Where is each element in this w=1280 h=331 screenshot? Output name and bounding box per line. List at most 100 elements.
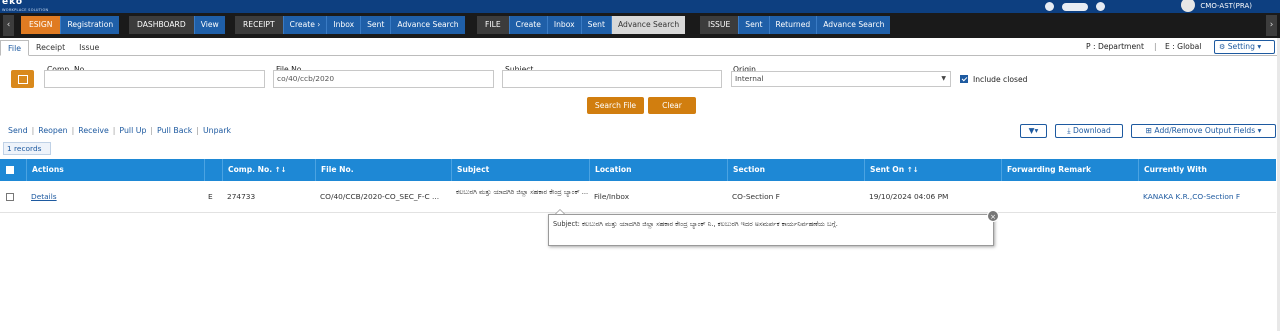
setting-button[interactable]: ⚙ Setting ▾: [1214, 40, 1275, 54]
column-section: Section: [727, 159, 864, 181]
column-comp-no[interactable]: Comp. No. ↑↓: [222, 159, 315, 181]
column-scope: [204, 159, 222, 181]
select-all-checkbox[interactable]: [6, 166, 14, 174]
nav-category-issue[interactable]: ISSUE: [700, 16, 739, 34]
sort-icon: ↑↓: [906, 166, 919, 174]
reopen-link[interactable]: Reopen: [38, 126, 67, 135]
tooltip-arrow-inner: [556, 210, 564, 214]
legend-global: E : Global: [1165, 42, 1202, 51]
origin-select-value: Internal: [735, 74, 764, 83]
sort-icon: ↑↓: [274, 166, 287, 174]
tab-receipt[interactable]: Receipt: [29, 40, 72, 56]
avatar[interactable]: [1181, 0, 1195, 12]
nav-item-receipt-create[interactable]: Create ›: [282, 16, 327, 34]
nav-item-file-advance-search[interactable]: Advance Search: [610, 16, 686, 34]
actions-separator: |: [112, 126, 116, 135]
setting-button-label: Setting: [1227, 42, 1255, 51]
download-icon: ⤓: [1067, 126, 1071, 135]
row-select-checkbox[interactable]: [6, 193, 14, 201]
search-tabs: File Receipt Issue: [0, 40, 106, 56]
tab-issue[interactable]: Issue: [72, 40, 106, 56]
app-logo: eko: [2, 0, 24, 7]
user-name[interactable]: CMO-AST(PRA): [1200, 0, 1252, 13]
receive-link[interactable]: Receive: [78, 126, 109, 135]
origin-select[interactable]: Internal ▼: [731, 71, 951, 87]
pull-up-link[interactable]: Pull Up: [119, 126, 146, 135]
nav-item-registration[interactable]: Registration: [60, 16, 120, 34]
nav-next-arrow[interactable]: ›: [1266, 15, 1277, 36]
help-icon[interactable]: [1096, 2, 1105, 11]
table-row[interactable]: Details E 274733 CO/40/CCB/2020-CO_SEC_F…: [0, 181, 1276, 213]
row-subject[interactable]: ಕಲಬುರಗಿ ಮತ್ತು ಯಾದಗಿರಿ ಜಿಲ್ಲಾ ಸಹಕಾರ ಕೇಂದ್…: [451, 181, 589, 213]
row-comp-no: 274733: [227, 192, 256, 201]
comp-no-input[interactable]: [44, 70, 265, 88]
actions-separator: |: [196, 126, 199, 135]
pull-back-link[interactable]: Pull Back: [157, 126, 192, 135]
download-button-label: Download: [1073, 126, 1111, 135]
column-sent-on-label: Sent On: [870, 165, 905, 174]
nav-item-view[interactable]: View: [193, 16, 225, 34]
chevron-down-icon: ▾: [1034, 126, 1039, 135]
file-no-input[interactable]: co/40/ccb/2020: [273, 70, 494, 88]
row-location: File/Inbox: [594, 192, 630, 201]
bell-icon[interactable]: [1045, 2, 1054, 11]
download-button[interactable]: ⤓ Download: [1055, 124, 1123, 138]
nav-group-dashboard: DASHBOARD View: [129, 16, 225, 34]
column-location: Location: [589, 159, 727, 181]
header-icons: [1045, 0, 1105, 13]
chevron-down-icon: ▾: [1257, 126, 1262, 135]
language-toggle[interactable]: [1062, 2, 1088, 11]
tab-file[interactable]: File: [0, 40, 30, 56]
close-icon[interactable]: ×: [987, 210, 999, 222]
row-section: CO-Section F: [732, 192, 780, 201]
legend-department: P : Department: [1086, 42, 1144, 51]
nav-item-receipt-sent[interactable]: Sent: [360, 16, 391, 34]
nav-item-receipt-advance-search[interactable]: Advance Search: [390, 16, 465, 34]
include-closed-checkbox[interactable]: [960, 75, 968, 83]
nav-group-esign: ESIGN Registration: [21, 16, 120, 34]
column-forwarding-remark: Forwarding Remark: [1001, 159, 1138, 181]
output-fields-button-label: Add/Remove Output Fields: [1154, 126, 1256, 135]
legend-separator: |: [1154, 42, 1157, 51]
nav-item-file-inbox[interactable]: Inbox: [546, 16, 581, 34]
toggle-filters-icon[interactable]: [11, 70, 34, 88]
nav-item-receipt-inbox[interactable]: Inbox: [326, 16, 361, 34]
subject-tooltip: Subject: ಕಲಬುರಗಿ ಮತ್ತು ಯಾದಗಿರಿ ಜಿಲ್ಲಾ ಸಹ…: [548, 214, 994, 246]
column-filter-button[interactable]: ▼▾: [1020, 124, 1047, 138]
actions-separator: |: [31, 126, 35, 135]
details-link[interactable]: Details: [26, 181, 204, 213]
nav-category-receipt[interactable]: RECEIPT: [235, 16, 283, 34]
subject-input[interactable]: [502, 70, 722, 88]
column-file-no: File No.: [315, 159, 451, 181]
column-actions: Actions: [26, 159, 204, 181]
clear-button[interactable]: Clear: [648, 97, 696, 114]
search-file-button[interactable]: Search File: [587, 97, 644, 114]
nav-item-issue-advance-search[interactable]: Advance Search: [816, 16, 891, 34]
column-subject: Subject: [451, 159, 589, 181]
nav-item-file-sent[interactable]: Sent: [580, 16, 611, 34]
nav-category-esign[interactable]: ESIGN: [21, 16, 61, 34]
row-scope: E: [208, 192, 213, 201]
nav-prev-arrow[interactable]: ‹: [3, 15, 14, 36]
bulk-actions: Send | Reopen | Receive | Pull Up | Pull…: [8, 126, 231, 135]
nav-item-issue-returned[interactable]: Returned: [768, 16, 817, 34]
column-comp-no-label: Comp. No.: [228, 165, 273, 174]
nav-group-file: FILE Create Inbox Sent Advance Search: [477, 16, 686, 34]
row-currently-with[interactable]: KANAKA K.R.,CO-Section F: [1138, 181, 1276, 213]
nav-group-receipt: RECEIPT Create › Inbox Sent Advance Sear…: [235, 16, 465, 34]
nav-category-file[interactable]: FILE: [477, 16, 509, 34]
nav-group-issue: ISSUE Sent Returned Advance Search: [700, 16, 891, 34]
send-link[interactable]: Send: [8, 126, 28, 135]
nav-category-dashboard[interactable]: DASHBOARD: [129, 16, 194, 34]
unpark-link[interactable]: Unpark: [203, 126, 231, 135]
nav-item-file-create[interactable]: Create: [508, 16, 547, 34]
column-sent-on[interactable]: Sent On ↑↓: [864, 159, 1001, 181]
nav-item-issue-sent[interactable]: Sent: [738, 16, 769, 34]
row-file-no[interactable]: CO/40/CCB/2020-CO_SEC_F-C ...: [315, 181, 451, 213]
results-table-header: Actions Comp. No. ↑↓ File No. Subject Lo…: [0, 159, 1276, 181]
chevron-down-icon: ▾: [1257, 42, 1262, 51]
tabs-divider: [0, 55, 1277, 56]
row-forwarding-remark: [1001, 181, 1138, 213]
records-count: 1 records: [3, 142, 51, 155]
output-fields-button[interactable]: ⊞ Add/Remove Output Fields ▾: [1131, 124, 1276, 138]
